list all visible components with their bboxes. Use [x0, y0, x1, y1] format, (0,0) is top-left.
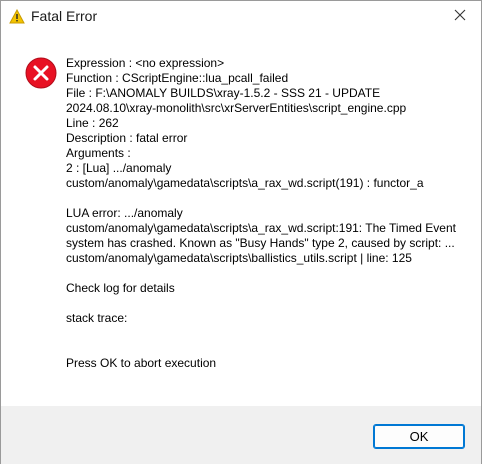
argument-line-2: custom/anomaly\gamedata\scripts\a_rax_wd…: [66, 176, 424, 190]
title-bar[interactable]: Fatal Error: [1, 1, 481, 32]
file-line-1: File : F:\ANOMALY BUILDS\xray-1.5.2 - SS…: [66, 86, 381, 100]
argument-line-1: 2 : [Lua] .../anomaly: [66, 161, 172, 175]
close-button[interactable]: [445, 5, 475, 29]
window-title: Fatal Error: [31, 8, 98, 24]
stack-trace-text: stack trace:: [66, 311, 128, 325]
arguments-line: Arguments :: [66, 146, 131, 160]
function-line: Function : CScriptEngine::lua_pcall_fail…: [66, 71, 289, 85]
close-icon: [454, 8, 466, 26]
check-log-text: Check log for details: [66, 281, 175, 295]
line-number-line: Line : 262: [66, 116, 119, 130]
error-circle-x-icon: [25, 57, 57, 89]
ok-button[interactable]: OK: [373, 424, 465, 449]
dialog-body: Expression : <no expression> Function : …: [1, 32, 481, 406]
error-message: Expression : <no expression> Function : …: [66, 56, 471, 371]
file-line-2: 2024.08.10\xray-monolith\src\xrServerEnt…: [66, 101, 407, 115]
description-line: Description : fatal error: [66, 131, 188, 145]
dialog-footer: OK: [1, 406, 481, 464]
lua-error-text: LUA error: .../anomaly custom/anomaly\ga…: [66, 206, 456, 265]
warning-triangle-icon: [9, 8, 25, 25]
abort-instruction: Press OK to abort execution: [66, 356, 217, 370]
fatal-error-dialog: Fatal Error Expression : <no expression>…: [0, 0, 482, 464]
expression-line: Expression : <no expression>: [66, 56, 225, 70]
